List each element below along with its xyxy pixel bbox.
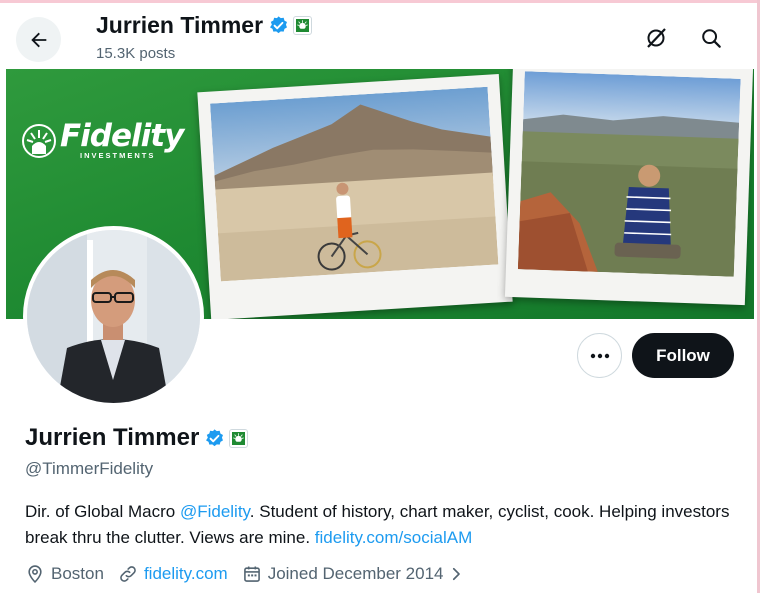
grok-button[interactable] <box>642 24 670 52</box>
website-link[interactable]: fidelity.com <box>144 564 228 584</box>
profile-name: Jurrien Timmer <box>25 424 200 451</box>
more-options-button[interactable] <box>577 333 622 378</box>
logo-wordmark: Fidelity <box>60 118 184 154</box>
profile-meta: Boston fidelity.com Joined December 2014 <box>25 564 485 584</box>
joined-item: Joined December 2014 <box>242 564 472 584</box>
hike-photo <box>517 71 741 277</box>
profile-handle: @TimmerFidelity <box>25 459 154 478</box>
affiliate-badge-icon[interactable] <box>229 428 249 448</box>
bike-photo <box>210 86 499 282</box>
post-count: 15.3K posts <box>96 45 176 62</box>
header-name: Jurrien Timmer <box>96 12 264 38</box>
bio-text-1: Dir. of Global Macro <box>25 502 180 521</box>
location-text: Boston <box>51 564 104 583</box>
mountain-view-illustration <box>517 71 741 277</box>
bio-url-link[interactable]: fidelity.com/socialAM <box>315 528 472 547</box>
fidelity-sunburst-icon <box>22 123 56 158</box>
profile-bio: Dir. of Global Macro @Fidelity. Student … <box>25 499 735 551</box>
location-item: Boston <box>25 564 104 584</box>
back-arrow-icon <box>30 32 46 47</box>
joined-text: Joined December 2014 <box>267 564 444 583</box>
location-icon <box>28 565 42 584</box>
back-button[interactable] <box>16 17 61 62</box>
calendar-icon <box>243 566 260 582</box>
follow-button[interactable]: Follow <box>632 333 734 378</box>
verified-badge-icon <box>270 16 288 34</box>
verified-badge-icon[interactable] <box>204 428 225 449</box>
bike-photo-frame <box>197 73 513 319</box>
bio-mention-link[interactable]: @Fidelity <box>180 502 250 521</box>
link-icon <box>120 566 136 582</box>
fidelity-logo: Fidelity INVESTMENTS <box>22 118 184 160</box>
desert-bike-illustration <box>210 86 499 282</box>
grok-icon <box>647 28 666 48</box>
search-button[interactable] <box>697 24 725 52</box>
hike-photo-frame <box>504 69 754 306</box>
search-icon <box>702 29 721 48</box>
profile-name-row: Jurrien Timmer <box>25 424 249 452</box>
affiliate-badge-icon[interactable] <box>293 16 313 35</box>
profile-avatar[interactable] <box>23 226 204 407</box>
website-item: fidelity.com <box>118 564 228 584</box>
more-icon <box>590 353 609 358</box>
avatar-portrait <box>27 230 200 403</box>
header-name-row: Jurrien Timmer <box>96 12 313 39</box>
profile-header: Jurrien Timmer 15.3K posts <box>0 3 760 69</box>
chevron-right-icon[interactable] <box>447 565 465 583</box>
